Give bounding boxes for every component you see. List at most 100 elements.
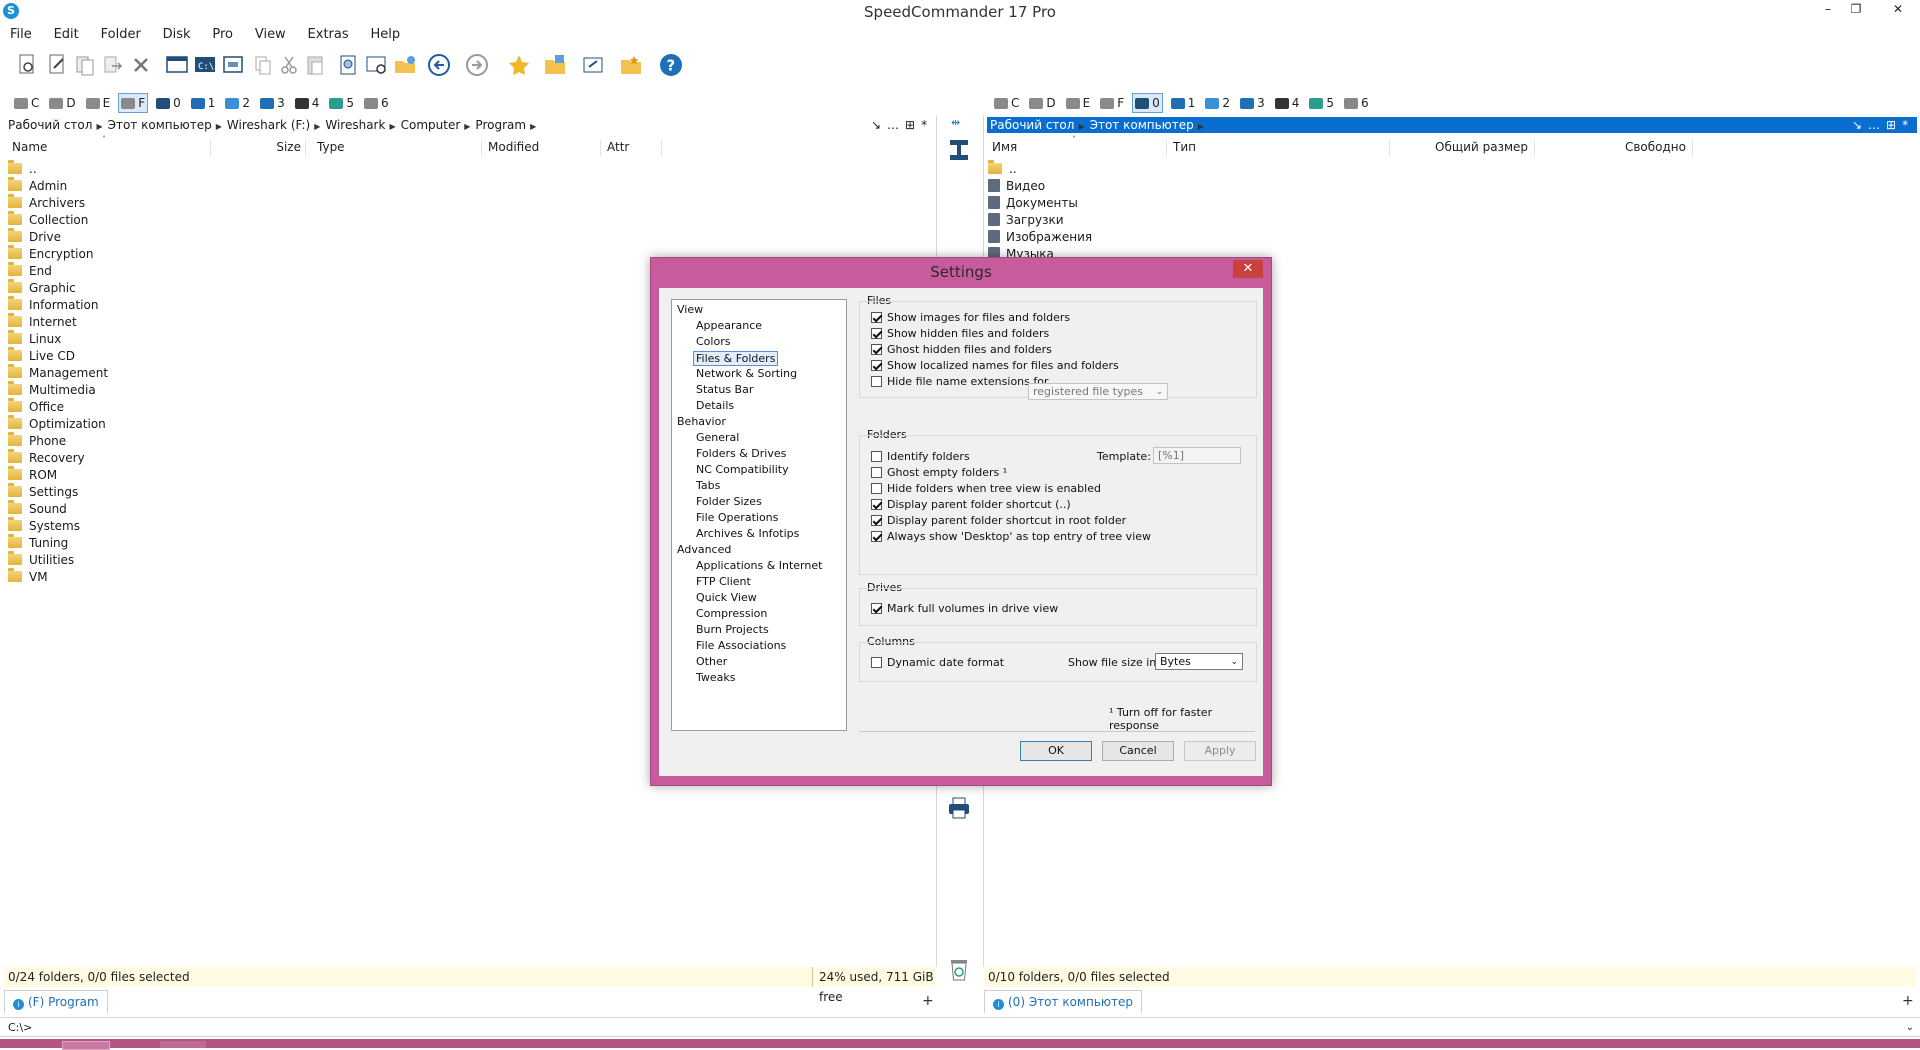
file-row[interactable]: Tuning (8, 534, 68, 551)
dialog-close-button[interactable]: ✕ (1233, 260, 1263, 278)
taskbar-app-button[interactable] (160, 1041, 206, 1048)
tree-item[interactable]: NC Compatibility (696, 463, 789, 476)
checkbox-checked-icon[interactable] (871, 531, 882, 542)
right-path-tools[interactable]: ↘…⊞* (1852, 118, 1914, 132)
cut-icon[interactable] (276, 52, 302, 78)
delete-icon[interactable] (128, 52, 154, 78)
checkbox-option[interactable]: Display parent folder shortcut (..) (871, 498, 1071, 511)
tree-item[interactable]: Archives & Infotips (696, 527, 799, 540)
checkbox-option[interactable]: Mark full volumes in drive view (871, 602, 1058, 615)
cancel-button[interactable]: Cancel (1102, 741, 1174, 761)
checkbox-option[interactable]: Ghost empty folders ¹ (871, 466, 1007, 479)
tree-item[interactable]: Network & Sorting (696, 367, 797, 380)
help-icon[interactable]: ? (658, 52, 684, 78)
breadcrumb-item[interactable]: Computer (401, 118, 461, 132)
checkbox-unchecked-icon[interactable] (871, 451, 882, 462)
checkbox-unchecked-icon[interactable] (871, 483, 882, 494)
left-drive-E[interactable]: E (84, 94, 113, 112)
column-size[interactable]: Size (211, 140, 306, 156)
paste-icon[interactable] (302, 52, 328, 78)
search-window-icon[interactable] (364, 52, 390, 78)
resize-icon[interactable] (580, 52, 606, 78)
left-tab-program[interactable]: i (F) Program (4, 990, 108, 1013)
menu-folder[interactable]: Folder (91, 25, 149, 42)
file-row[interactable]: VM (8, 568, 48, 585)
right-drive-6[interactable]: 6 (1342, 94, 1371, 112)
tree-item[interactable]: Files & Folders (693, 351, 779, 366)
recycle-bin-icon[interactable] (948, 956, 970, 982)
left-drive-4[interactable]: 4 (293, 94, 322, 112)
menu-pro[interactable]: Pro (202, 25, 241, 42)
file-row[interactable]: Admin (8, 177, 67, 194)
right-drive-2[interactable]: 2 (1203, 94, 1232, 112)
right-drive-3[interactable]: 3 (1238, 94, 1267, 112)
printer-icon[interactable] (946, 796, 972, 820)
file-row[interactable]: Graphic (8, 279, 76, 296)
left-drive-0[interactable]: 0 (154, 94, 183, 112)
left-drive-F[interactable]: F (118, 93, 149, 113)
tree-item[interactable]: View (677, 303, 703, 316)
command-prompt-icon[interactable]: C:\ (192, 52, 218, 78)
menu-view[interactable]: View (245, 25, 294, 42)
chevron-right-icon[interactable]: ▶ (96, 122, 102, 131)
minimize-button[interactable]: – (1816, 2, 1840, 20)
tree-item[interactable]: Appearance (696, 319, 762, 332)
breadcrumb-item[interactable]: Wireshark (325, 118, 385, 132)
file-row[interactable]: Изображения (988, 228, 1092, 245)
file-row[interactable]: Settings (8, 483, 78, 500)
copy-file-icon[interactable] (72, 52, 98, 78)
breadcrumb-item[interactable]: Рабочий стол (990, 118, 1074, 132)
right-drive-E[interactable]: E (1064, 94, 1093, 112)
file-row[interactable]: .. (8, 160, 37, 177)
checkbox-checked-icon[interactable] (871, 312, 882, 323)
checkbox-option[interactable]: Dynamic date format (871, 656, 1004, 669)
column-type-ru[interactable]: Тип (1167, 140, 1390, 156)
menu-extras[interactable]: Extras (298, 25, 357, 42)
chevron-right-icon[interactable]: ▶ (1198, 122, 1204, 131)
chevron-right-icon[interactable]: ▶ (530, 122, 536, 131)
right-drive-F[interactable]: F (1098, 94, 1126, 112)
move-file-icon[interactable] (100, 52, 126, 78)
checkbox-checked-icon[interactable] (871, 328, 882, 339)
left-drive-5[interactable]: 5 (327, 94, 356, 112)
file-row[interactable]: Linux (8, 330, 61, 347)
tree-item[interactable]: Advanced (677, 543, 731, 556)
column-total-size[interactable]: Общий размер (1390, 140, 1535, 156)
left-path-tools[interactable]: ↘…⊞* (871, 118, 933, 132)
tree-item[interactable]: Applications & Internet (696, 559, 822, 572)
right-drive-0[interactable]: 0 (1132, 93, 1163, 113)
find-files-icon[interactable] (336, 52, 362, 78)
command-line-input[interactable]: C:\> ⌄ (0, 1017, 1920, 1037)
edit-file-icon[interactable] (44, 52, 70, 78)
file-row[interactable]: End (8, 262, 52, 279)
file-row[interactable]: Live CD (8, 347, 75, 364)
tree-item[interactable]: Compression (696, 607, 767, 620)
close-button[interactable]: ✕ (1886, 2, 1910, 20)
checkbox-option[interactable]: Hide folders when tree view is enabled (871, 482, 1101, 495)
checkbox-unchecked-icon[interactable] (871, 657, 882, 668)
left-drive-C[interactable]: C (12, 94, 41, 112)
checkbox-option[interactable]: Show hidden files and folders (871, 327, 1049, 340)
restore-button[interactable]: ❐ (1844, 2, 1868, 20)
file-row[interactable]: Collection (8, 211, 88, 228)
file-types-select[interactable]: registered file types ⌄ (1028, 383, 1168, 400)
file-row[interactable]: Видео (988, 177, 1045, 194)
column-name[interactable]: Name (6, 140, 211, 156)
left-drive-1[interactable]: 1 (189, 94, 218, 112)
tree-item[interactable]: Tweaks (696, 671, 736, 684)
file-row[interactable]: Drive (8, 228, 61, 245)
tree-item[interactable]: Tabs (696, 479, 720, 492)
file-row[interactable]: Systems (8, 517, 80, 534)
checkbox-unchecked-icon[interactable] (871, 376, 882, 387)
left-drive-D[interactable]: D (47, 94, 77, 112)
right-drive-5[interactable]: 5 (1307, 94, 1336, 112)
checkbox-checked-icon[interactable] (871, 499, 882, 510)
folder-history-icon[interactable] (542, 52, 568, 78)
file-row[interactable]: Документы (988, 194, 1078, 211)
file-row[interactable]: Recovery (8, 449, 85, 466)
column-type[interactable]: Type (311, 140, 482, 156)
checkbox-checked-icon[interactable] (871, 344, 882, 355)
chevron-down-icon[interactable]: ⌄ (1906, 1018, 1914, 1038)
add-tab-button[interactable]: + (922, 990, 934, 1012)
menu-disk[interactable]: Disk (153, 25, 199, 42)
